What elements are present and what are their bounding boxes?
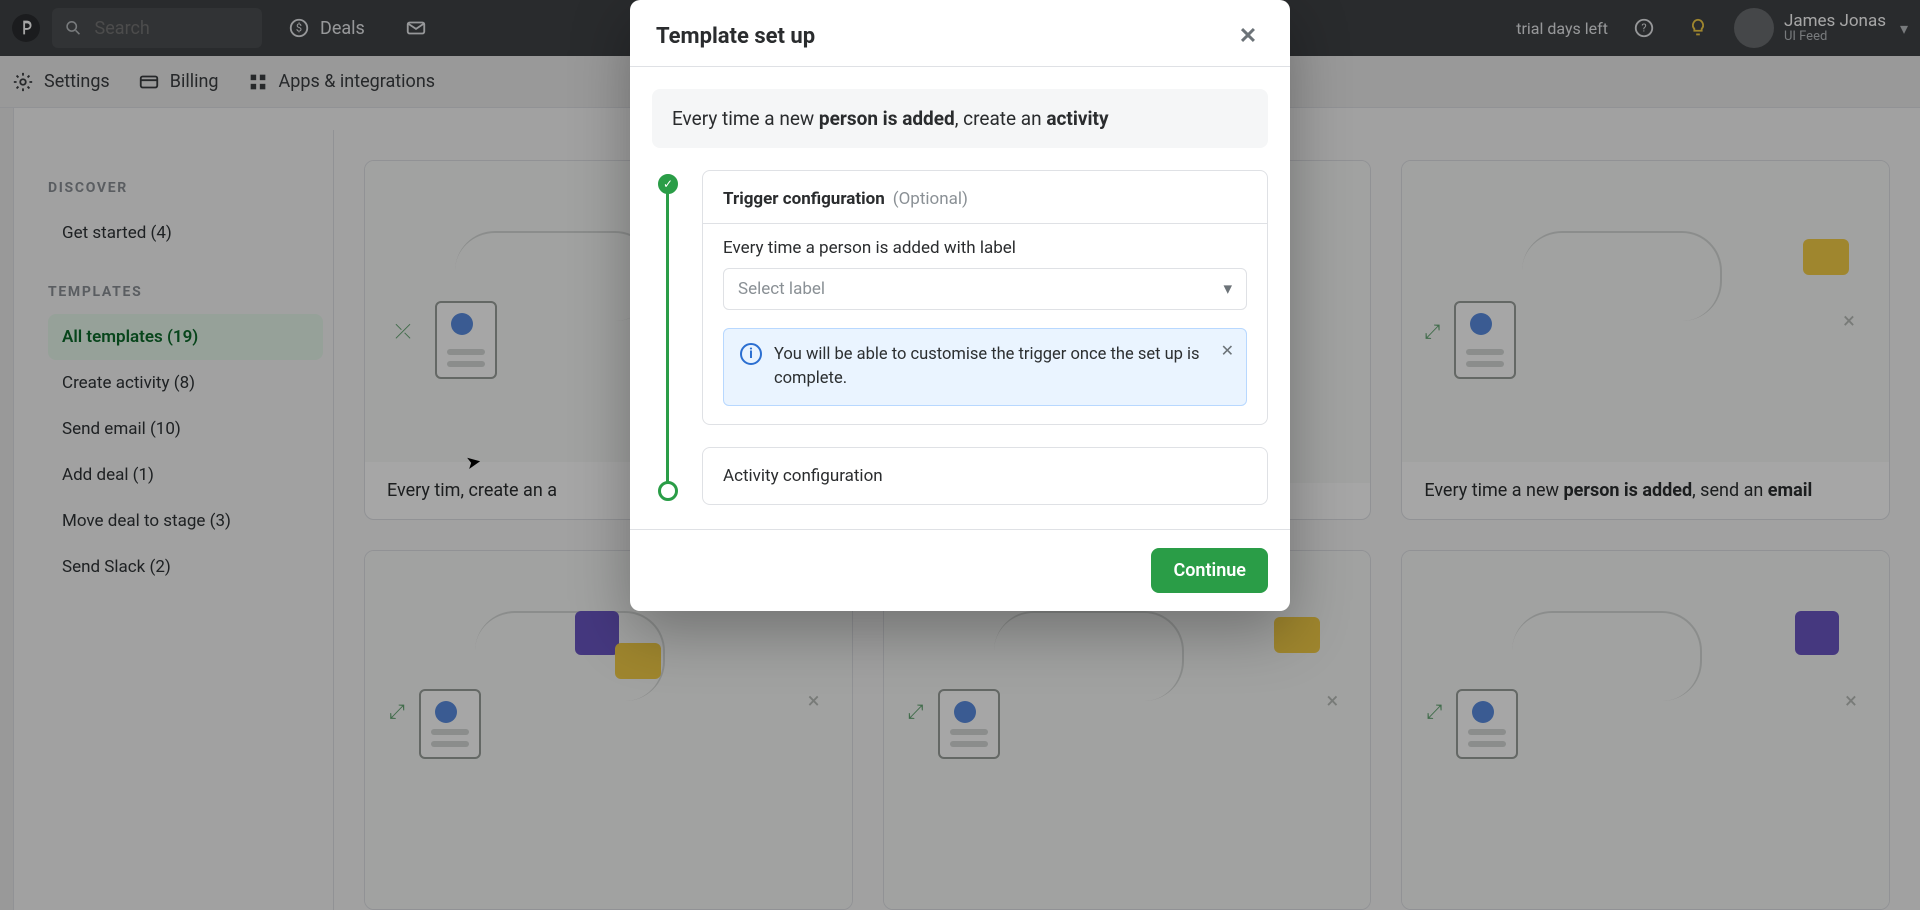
continue-button[interactable]: Continue <box>1151 548 1268 593</box>
info-close-button[interactable]: ✕ <box>1221 341 1234 360</box>
wizard-rail: ✓ <box>652 170 682 505</box>
modal-title: Template set up <box>656 24 815 49</box>
check-icon: ✓ <box>661 177 675 191</box>
close-icon: ✕ <box>1239 24 1257 49</box>
close-icon: ✕ <box>1221 341 1234 360</box>
modal-overlay[interactable]: Template set up ✕ Every time a new perso… <box>0 0 1920 910</box>
chevron-down-icon: ▾ <box>1223 279 1232 299</box>
trigger-title: Trigger configuration <box>723 189 885 209</box>
step-dot-pending <box>658 481 678 501</box>
info-icon: i <box>740 343 762 365</box>
activity-title: Activity configuration <box>723 466 883 486</box>
activity-config-card[interactable]: Activity configuration <box>702 447 1268 505</box>
select-placeholder: Select label <box>738 279 825 299</box>
step-dot-complete: ✓ <box>658 174 678 194</box>
template-setup-modal: Template set up ✕ Every time a new perso… <box>630 0 1290 611</box>
template-sentence: Every time a new person is added, create… <box>652 89 1268 148</box>
trigger-config-card: Trigger configuration (Optional) Every t… <box>702 170 1268 425</box>
info-callout: i You will be able to customise the trig… <box>723 328 1247 406</box>
info-text: You will be able to customise the trigge… <box>774 343 1230 391</box>
trigger-label-text: Every time a person is added with label <box>723 238 1247 258</box>
modal-close-button[interactable]: ✕ <box>1232 20 1264 52</box>
mouse-cursor: ➤ <box>464 451 483 474</box>
label-select[interactable]: Select label ▾ <box>723 268 1247 310</box>
trigger-optional: (Optional) <box>893 189 968 209</box>
